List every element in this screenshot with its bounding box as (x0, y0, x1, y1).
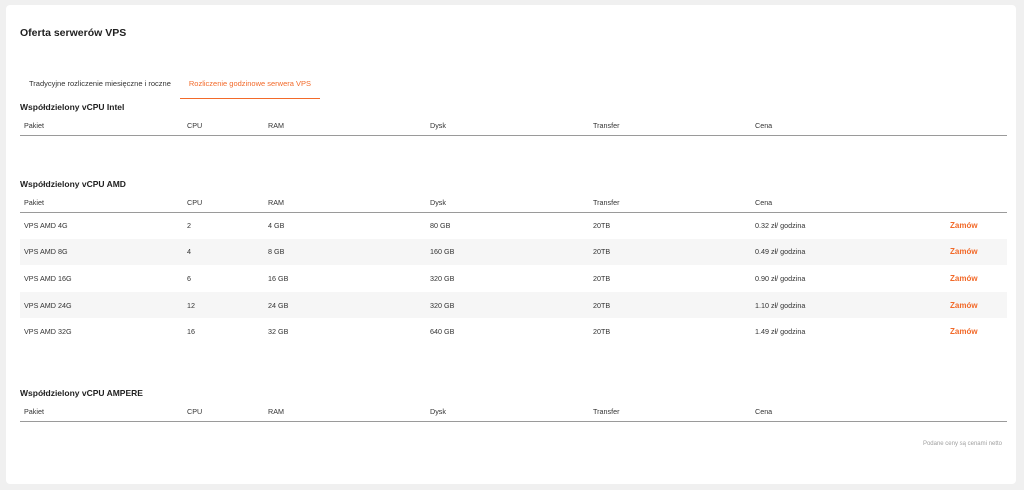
cell-pakiet: VPS AMD 24G (20, 291, 183, 319)
price-footnote: Podane ceny są cenami netto (922, 441, 1002, 447)
pricing-table-amd: Pakiet CPU RAM Dysk Transfer Cena VPS AM… (20, 193, 1007, 345)
column-header-cena: Cena (751, 116, 931, 136)
order-button[interactable]: Zamów (935, 274, 978, 283)
column-header-action (931, 193, 1007, 213)
cell-cpu: 12 (183, 291, 264, 319)
column-header-ram: RAM (264, 116, 426, 136)
column-header-action (931, 402, 1007, 422)
cell-transfer: 20TB (593, 221, 611, 231)
cell-dysk: 80 GB (430, 221, 451, 231)
cell-action: Zamów (931, 318, 1007, 345)
offer-card: Oferta serwerów VPS Tradycyjne rozliczen… (6, 5, 1016, 484)
cell-transfer: 20TB (589, 238, 751, 266)
column-header-transfer: Transfer (589, 193, 751, 213)
order-button[interactable]: Zamów (935, 247, 978, 256)
order-button[interactable]: Zamów (935, 301, 978, 310)
tab-hourly[interactable]: Rozliczenie godzinowe serwera VPS (179, 75, 321, 99)
column-header-pakiet: Pakiet (20, 193, 183, 213)
cell-ram: 32 GB (268, 327, 289, 337)
page-title: Oferta serwerów VPS (20, 27, 127, 39)
table-row: VPS AMD 32G 16 32 GB 640 GB 20TB 1.49 zł… (20, 318, 1007, 345)
column-header-transfer: Transfer (589, 116, 751, 136)
table-header-row: Pakiet CPU RAM Dysk Transfer Cena (20, 116, 1007, 136)
column-header-cpu: CPU (183, 116, 264, 136)
section-ampere: Współdzielony vCPU AMPERE Pakiet CPU RAM… (20, 388, 1007, 422)
table-row: VPS AMD 16G 6 16 GB 320 GB 20TB 0.90 zł/… (20, 265, 1007, 292)
cell-ram: 4 GB (268, 221, 285, 231)
column-header-cena: Cena (751, 193, 931, 213)
column-header-dysk: Dysk (426, 116, 589, 136)
cell-pakiet: VPS AMD 4G (24, 221, 68, 231)
column-header-ram: RAM (264, 402, 426, 422)
order-button[interactable]: Zamów (935, 221, 978, 230)
cell-transfer: 20TB (593, 273, 611, 283)
cell-pakiet: VPS AMD 32G (24, 327, 72, 337)
table-header-row: Pakiet CPU RAM Dysk Transfer Cena (20, 402, 1007, 422)
table-header-row: Pakiet CPU RAM Dysk Transfer Cena (20, 193, 1007, 213)
column-header-cpu: CPU (183, 193, 264, 213)
order-button[interactable]: Zamów (935, 327, 978, 336)
cell-cpu: 6 (187, 273, 191, 283)
cell-cpu: 16 (187, 327, 195, 337)
section-amd: Współdzielony vCPU AMD Pakiet CPU RAM Dy… (20, 179, 1007, 345)
cell-cpu: 4 (183, 238, 264, 266)
column-header-ram: RAM (264, 193, 426, 213)
column-header-transfer: Transfer (589, 402, 751, 422)
column-header-cena: Cena (751, 402, 931, 422)
cell-cena: 0.32 zł/ godzina (755, 221, 806, 231)
cell-cena: 1.49 zł/ godzina (755, 327, 806, 337)
cell-pakiet: VPS AMD 16G (24, 273, 72, 283)
column-header-action (931, 116, 1007, 136)
cell-transfer: 20TB (593, 327, 611, 337)
cell-cena: 0.90 zł/ godzina (755, 273, 806, 283)
pricing-table-ampere: Pakiet CPU RAM Dysk Transfer Cena (20, 402, 1007, 422)
cell-action: Zamów (931, 265, 1007, 292)
column-header-pakiet: Pakiet (20, 116, 183, 136)
cell-ram: 8 GB (264, 238, 426, 266)
table-row: VPS AMD 24G 12 24 GB 320 GB 20TB 1.10 zł… (20, 291, 1007, 319)
cell-dysk: 320 GB (430, 273, 455, 283)
section-title: Współdzielony vCPU AMPERE (20, 388, 143, 398)
tab-monthly-yearly[interactable]: Tradycyjne rozliczenie miesięczne i rocz… (20, 75, 180, 99)
cell-ram: 16 GB (268, 273, 289, 283)
column-header-dysk: Dysk (426, 402, 589, 422)
cell-dysk: 160 GB (426, 238, 589, 266)
cell-action: Zamów (931, 238, 1007, 266)
section-title: Współdzielony vCPU Intel (20, 102, 125, 112)
table-row: VPS AMD 4G 2 4 GB 80 GB 20TB 0.32 zł/ go… (20, 212, 1007, 239)
column-header-cpu: CPU (183, 402, 264, 422)
cell-cena: 1.10 zł/ godzina (751, 291, 931, 319)
section-title: Współdzielony vCPU AMD (20, 179, 126, 189)
column-header-dysk: Dysk (426, 193, 589, 213)
cell-action: Zamów (931, 212, 1007, 239)
cell-pakiet: VPS AMD 8G (20, 238, 183, 266)
cell-dysk: 320 GB (426, 291, 589, 319)
pricing-table-intel: Pakiet CPU RAM Dysk Transfer Cena (20, 116, 1007, 136)
cell-cena: 0.49 zł/ godzina (751, 238, 931, 266)
cell-cpu: 2 (187, 221, 191, 231)
cell-transfer: 20TB (589, 291, 751, 319)
table-row: VPS AMD 8G 4 8 GB 160 GB 20TB 0.49 zł/ g… (20, 238, 1007, 266)
cell-action: Zamów (931, 291, 1007, 319)
column-header-pakiet: Pakiet (20, 402, 183, 422)
billing-tabs: Tradycyjne rozliczenie miesięczne i rocz… (20, 75, 321, 99)
section-intel: Współdzielony vCPU Intel Pakiet CPU RAM … (20, 102, 1007, 136)
cell-ram: 24 GB (264, 291, 426, 319)
cell-dysk: 640 GB (430, 327, 455, 337)
